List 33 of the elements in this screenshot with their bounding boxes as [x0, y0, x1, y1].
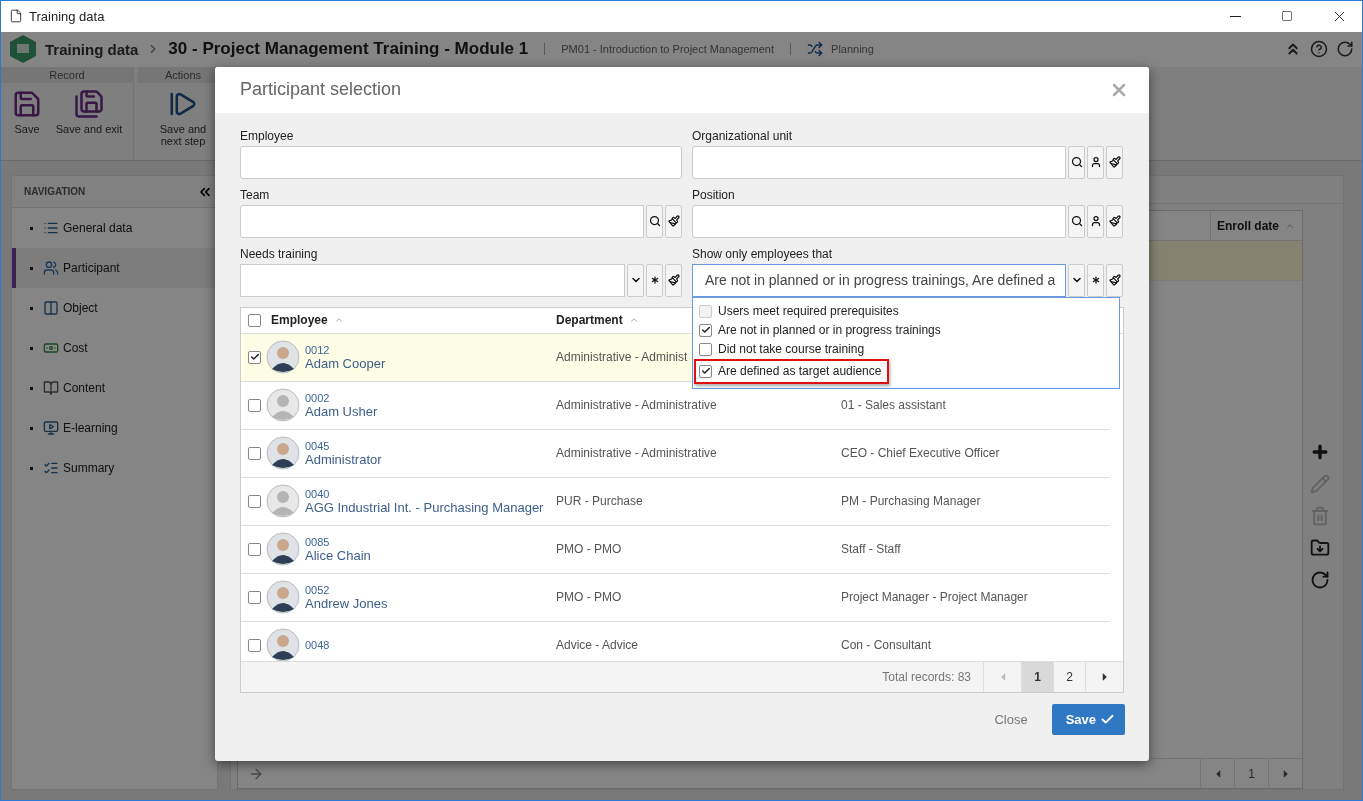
table-cell-text: Advice - Advice	[556, 638, 640, 653]
table-cell-text: Con - Consultant	[841, 638, 933, 653]
field-label: Team	[240, 187, 271, 202]
table-cell-text: CEO - Chief Executive Officer	[841, 446, 1001, 461]
employee-code: 0048	[305, 639, 330, 652]
field-label: Employee	[240, 128, 295, 143]
object-name: PM01 - Introduction to Project Management	[561, 43, 775, 55]
table-cell-text: Project Manager - Project Manager	[841, 590, 1029, 605]
table-cell-text: Administrative - Administrative	[556, 398, 718, 413]
record-title: 30 - Project Management Training - Module 1	[168, 39, 529, 59]
employee-code: 0002	[305, 391, 331, 404]
panel-title: NAVIGATION	[24, 186, 86, 197]
window-title: Training data	[29, 8, 106, 24]
employee-code: 0052	[305, 583, 331, 596]
employee-code: 0085	[305, 535, 331, 548]
field-label: Position	[692, 187, 736, 202]
table-cell-text: PUR - Purchase	[556, 494, 644, 509]
table-cell-text: PM - Purchasing Manager	[841, 494, 982, 509]
table-cell-text: Staff - Staff	[841, 542, 902, 557]
total-records: Total records: 83	[882, 669, 971, 684]
dialog-title: Participant selection	[240, 79, 402, 101]
field-label: Needs training	[240, 246, 319, 261]
step-name: Planning	[831, 43, 874, 55]
employee-code: 0045	[305, 439, 331, 452]
table-cell-text: PMO - PMO	[556, 542, 623, 557]
field-label: Organizational unit	[692, 128, 794, 143]
employee-code: 0012	[305, 343, 331, 356]
field-label: Show only employees that	[692, 246, 834, 261]
employee-code: 0040	[305, 487, 331, 500]
ribbon-group-label: Record	[1, 67, 133, 83]
table-cell-text: Administrative - Administrative	[556, 446, 718, 461]
table-cell-text: PMO - PMO	[556, 590, 623, 605]
table-cell-text: 01 - Sales assistant	[841, 398, 947, 413]
